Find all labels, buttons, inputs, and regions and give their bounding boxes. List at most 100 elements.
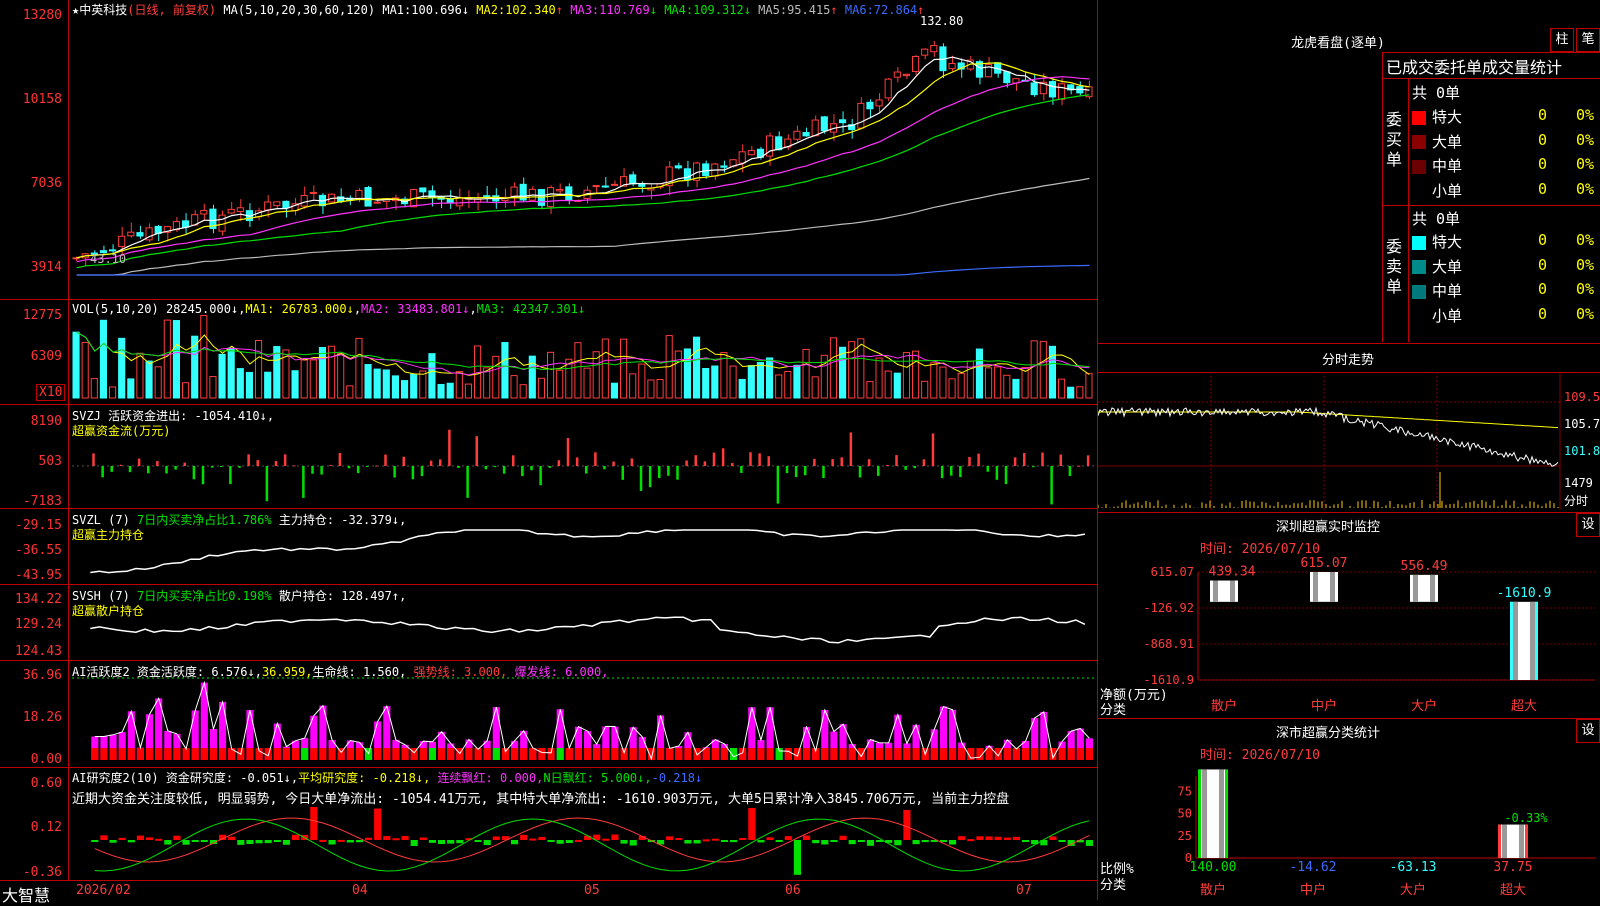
research-bar <box>136 835 144 840</box>
x-label-1: 04 <box>352 883 368 898</box>
svsh-sub: 超赢散户持仓 <box>72 604 145 618</box>
candle <box>747 146 755 156</box>
volume-bar <box>839 346 847 399</box>
x-label-2: 05 <box>584 883 600 898</box>
research-bar <box>127 840 135 843</box>
activity-base <box>565 748 573 760</box>
column-view-button[interactable]: 柱 <box>1550 28 1574 52</box>
monitor-bar-value: -1610.9 <box>1497 586 1552 601</box>
volume-bar <box>1067 386 1075 399</box>
flow-bar <box>648 466 652 488</box>
order-row-小单: 小单 <box>1412 305 1462 326</box>
order-row-特大: 特大 <box>1412 231 1462 252</box>
x-label-0: 2026/02 <box>76 883 131 898</box>
flow-bar <box>238 466 241 468</box>
activity-base <box>803 748 811 760</box>
avg-price-line <box>1098 411 1559 429</box>
volume-bar <box>519 384 527 399</box>
activity-base <box>684 748 692 760</box>
flow-bar <box>840 457 843 466</box>
candle <box>537 188 545 210</box>
flow-bar <box>950 466 953 476</box>
lhb-title: 龙虎看盘(逐单) <box>1291 36 1385 51</box>
activity-base <box>903 748 911 760</box>
activity-base <box>146 748 154 760</box>
research-bar <box>246 840 254 845</box>
y-tick-svzj-2: -7183 <box>22 494 62 509</box>
volume-bar <box>328 345 336 399</box>
research-bar <box>967 839 975 842</box>
stats-bar-value: 37.75 <box>1493 860 1532 875</box>
volume-bar <box>528 355 536 399</box>
research-bar <box>857 840 865 842</box>
y-tick-ai1-0: 36.96 <box>22 668 62 683</box>
volume-bar <box>401 380 409 399</box>
flow-bar <box>439 459 442 466</box>
flow-bar <box>521 466 524 477</box>
period-label: (日线, 前复权) <box>127 3 217 17</box>
activity-base <box>511 748 519 760</box>
candle <box>209 204 217 234</box>
flow-bar <box>621 466 624 480</box>
x-label-4: 07 <box>1016 883 1032 898</box>
activity-base <box>930 748 938 760</box>
volume-bar <box>802 348 810 399</box>
research-bar <box>447 840 455 844</box>
research-bar <box>1049 836 1057 840</box>
activity-base <box>136 748 144 760</box>
volume-bar <box>766 357 774 399</box>
activity-base <box>857 748 865 760</box>
research-bar <box>1003 837 1011 840</box>
flow-bar <box>201 466 205 485</box>
order-row-value: 0 <box>1538 231 1548 249</box>
order-row-pct: 0% <box>1576 231 1595 249</box>
volume-bar <box>711 365 719 399</box>
y-tick-main-2: 7036 <box>30 176 62 191</box>
high-price-label: 132.80 <box>920 14 964 28</box>
research-bar <box>775 840 783 842</box>
volume-bar <box>738 378 746 399</box>
flow-bar <box>1032 466 1035 468</box>
flow-bar <box>128 466 132 473</box>
candle <box>145 223 153 243</box>
flow-bar <box>548 466 551 468</box>
research-bar <box>666 836 674 840</box>
flow-bar <box>347 466 351 469</box>
ma-line-30 <box>76 94 1090 269</box>
research-bar <box>602 838 610 841</box>
flow-bar <box>630 458 634 466</box>
activity-base <box>392 748 400 760</box>
candle <box>127 222 135 238</box>
candle <box>793 125 801 142</box>
research-bar <box>757 840 765 843</box>
order-row-小单: 小单 <box>1412 180 1462 201</box>
activity-base <box>182 748 190 760</box>
flow-bar <box>1068 466 1072 476</box>
volume-bar <box>419 370 427 399</box>
research-bar <box>529 838 537 841</box>
ma-line-10 <box>76 62 1090 259</box>
monitor-category-label: 超大 <box>1511 699 1537 712</box>
research-bar <box>748 807 756 840</box>
order-row-label: 大单 <box>1432 132 1463 151</box>
activity-base <box>985 748 993 760</box>
stroke-view-button[interactable]: 笔 <box>1576 28 1600 52</box>
volume-bar <box>1085 372 1093 399</box>
activity-base <box>611 748 619 760</box>
volume-bar <box>975 348 983 399</box>
volume-bar <box>337 353 345 399</box>
flow-bar <box>895 455 898 466</box>
candle <box>601 177 609 189</box>
research-bar <box>611 834 619 840</box>
order-row-pct: 0% <box>1576 106 1595 124</box>
volume-bar <box>866 381 874 399</box>
volume-bar <box>373 368 381 399</box>
volume-bar <box>957 372 965 399</box>
activity-base <box>346 748 354 760</box>
volume-bar <box>547 351 555 399</box>
chart-area[interactable]: ★中英科技(日线, 前复权) MA(5,10,20,30,60,120) MA1… <box>0 0 1098 905</box>
activity-base <box>383 748 391 760</box>
volume-bar <box>857 338 865 399</box>
flow-bar <box>931 433 935 466</box>
candle <box>300 186 308 209</box>
